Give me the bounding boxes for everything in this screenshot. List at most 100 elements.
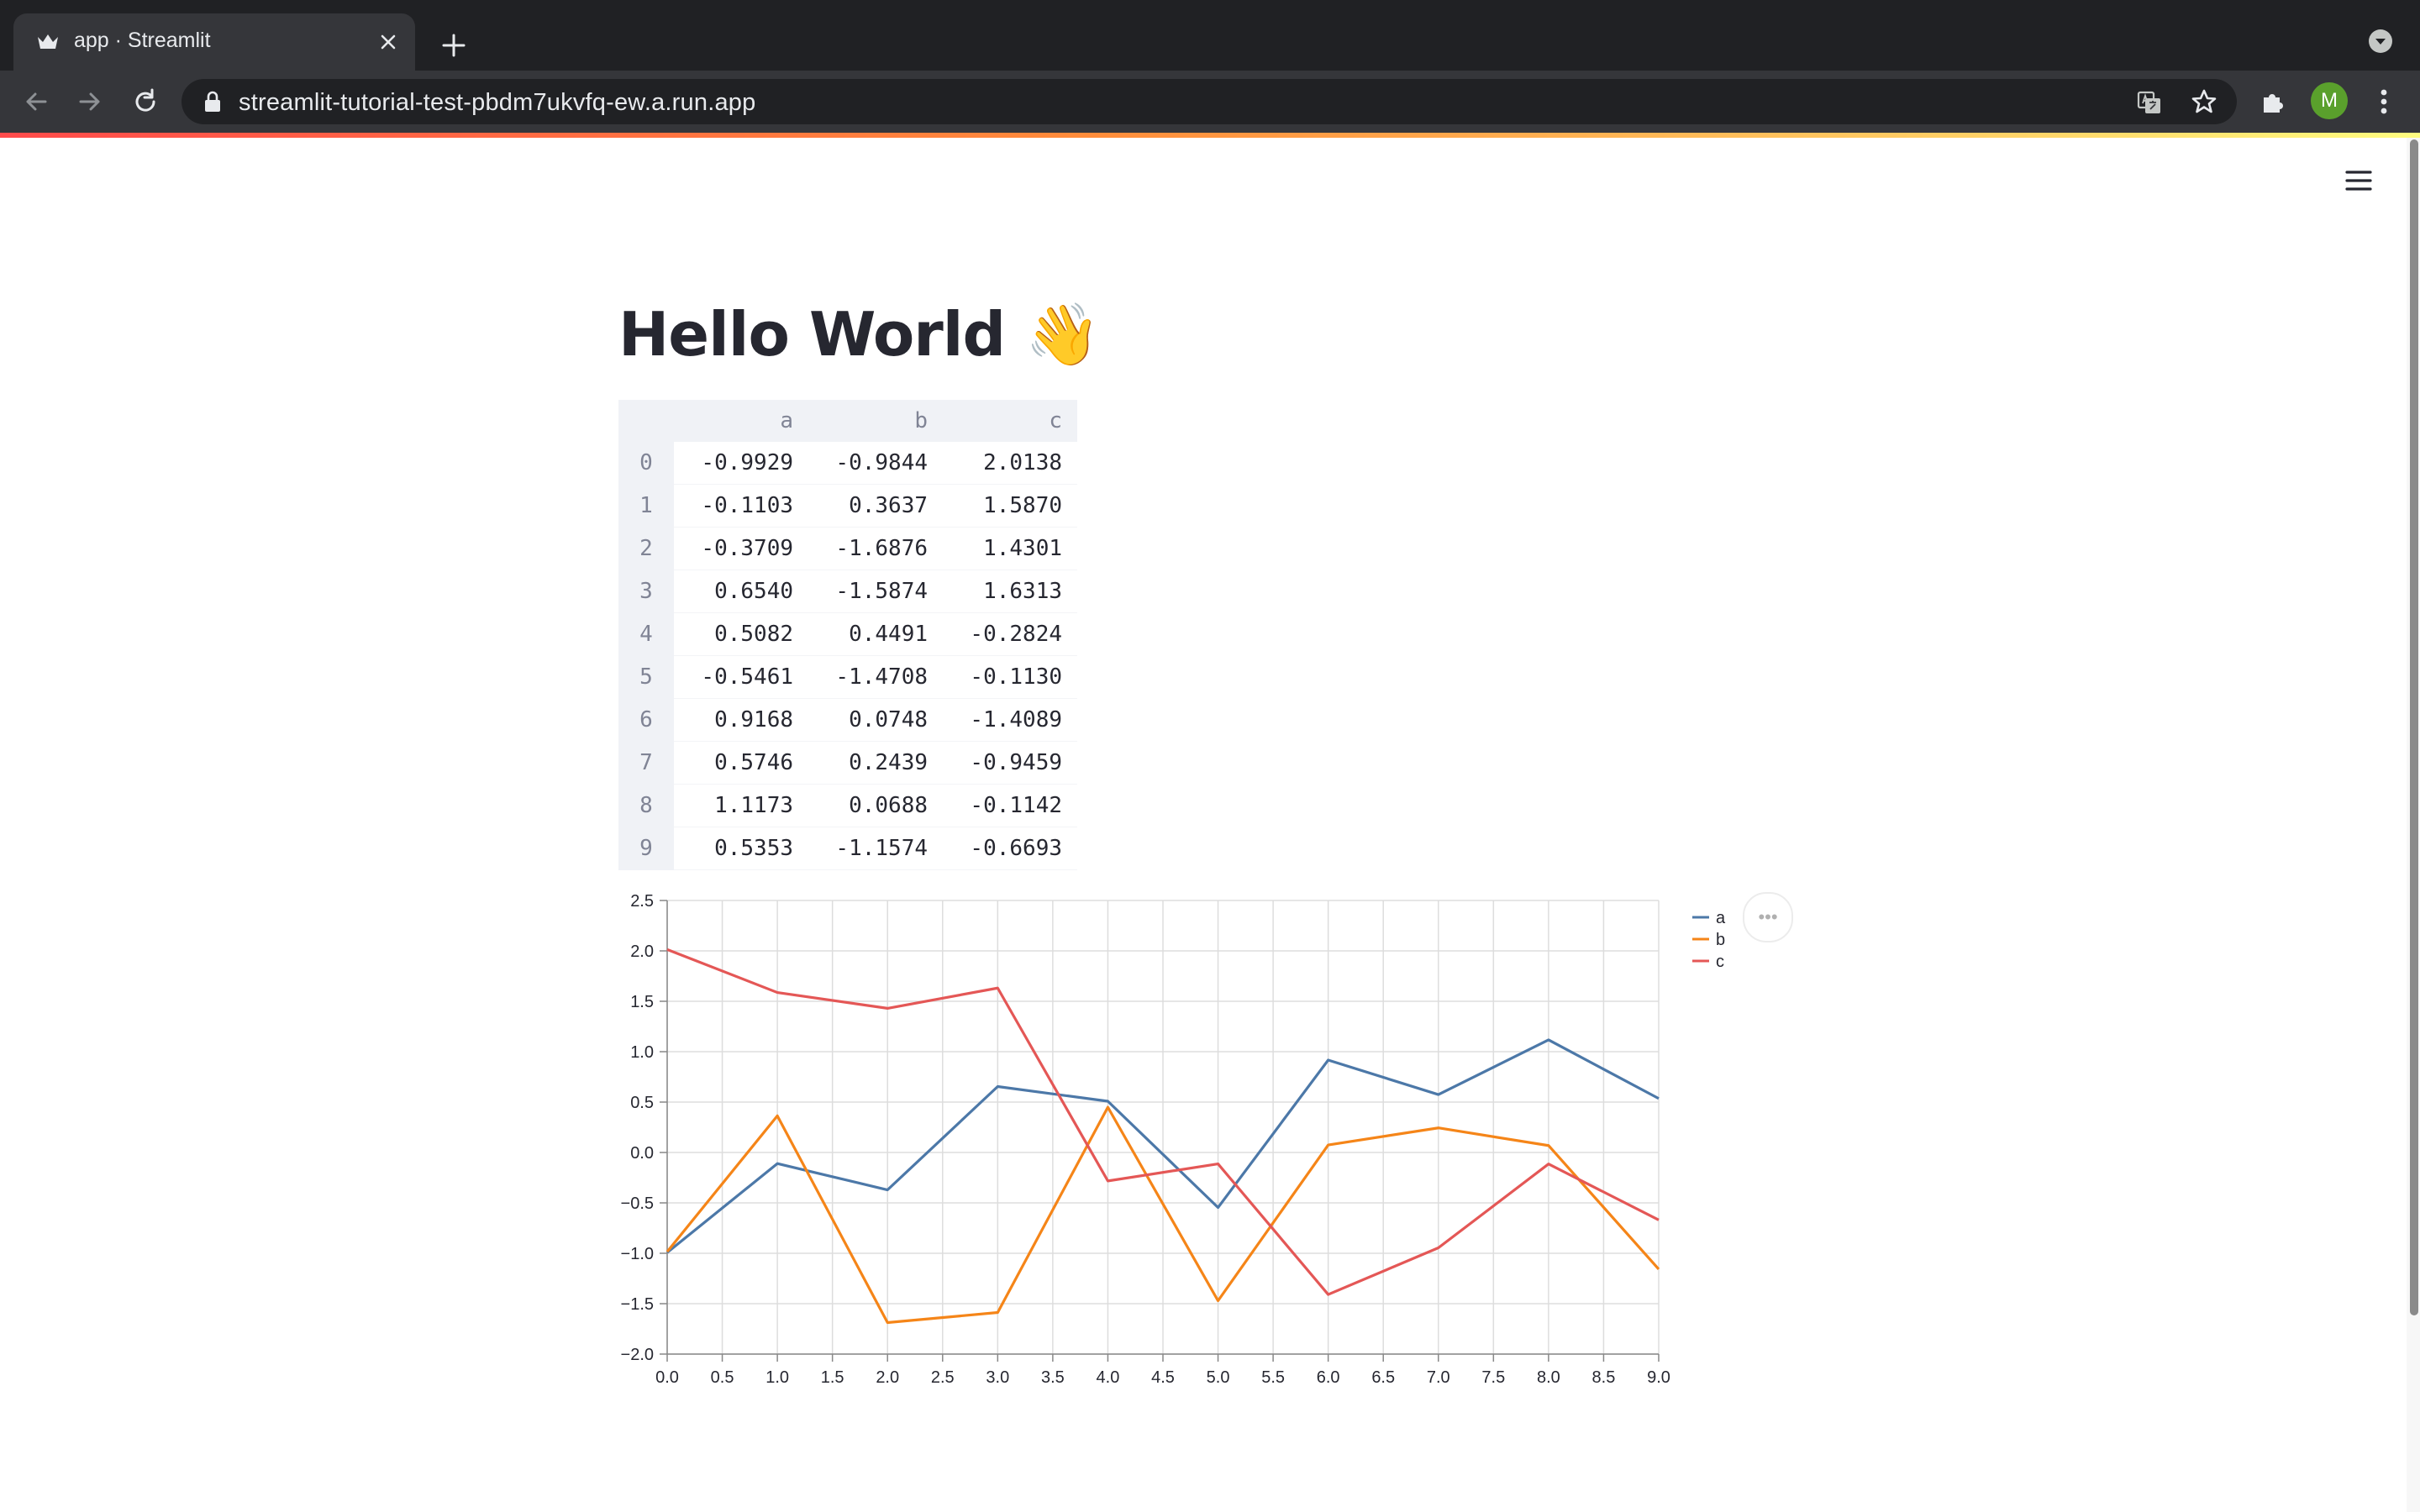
table-cell[interactable]: 0.0748: [808, 698, 943, 742]
table-cell[interactable]: -0.6693: [943, 827, 1077, 870]
table-cell[interactable]: -1.1574: [808, 827, 943, 870]
x-tick-label: 7.0: [1427, 1368, 1450, 1387]
page-title: Hello World 👋: [618, 299, 1101, 370]
table-cell[interactable]: 0.9168: [674, 698, 808, 742]
table-cell[interactable]: 0.4491: [808, 612, 943, 656]
table-cell[interactable]: 1.4301: [943, 527, 1077, 570]
translate-icon[interactable]: [2136, 89, 2163, 116]
table-cell[interactable]: -0.1130: [943, 655, 1077, 699]
x-tick-label: 1.0: [765, 1368, 789, 1387]
index-header: [618, 400, 674, 442]
row-index: 1: [618, 484, 674, 528]
table-cell[interactable]: -1.6876: [808, 527, 943, 570]
column-header-c[interactable]: c: [943, 400, 1077, 442]
table-cell[interactable]: -0.3709: [674, 527, 808, 570]
table-cell[interactable]: 1.5870: [943, 484, 1077, 528]
row-index: 9: [618, 827, 674, 870]
profile-avatar[interactable]: M: [2311, 82, 2348, 119]
row-index: 6: [618, 698, 674, 742]
table-cell[interactable]: -0.2824: [943, 612, 1077, 656]
x-tick-label: 6.0: [1317, 1368, 1340, 1387]
column-header-b[interactable]: b: [808, 400, 943, 442]
streamlit-decoration-bar: [0, 133, 2420, 138]
legend-label-a[interactable]: a: [1716, 909, 1726, 927]
table-cell[interactable]: -0.9929: [674, 442, 808, 485]
page-scrollbar-thumb[interactable]: [2410, 139, 2418, 1315]
table-cell[interactable]: 0.5082: [674, 612, 808, 656]
row-index: 5: [618, 655, 674, 699]
x-tick-label: 5.5: [1261, 1368, 1285, 1387]
table-cell[interactable]: -1.5874: [808, 570, 943, 613]
y-tick-label: 2.5: [630, 892, 654, 911]
x-tick-label: 6.5: [1371, 1368, 1395, 1387]
legend-label-b[interactable]: b: [1716, 931, 1725, 949]
table-cell[interactable]: -0.9844: [808, 442, 943, 485]
table-cell[interactable]: 0.2439: [808, 741, 943, 785]
x-tick-label: 5.0: [1207, 1368, 1230, 1387]
extensions-puzzle-icon[interactable]: [2254, 82, 2292, 121]
lock-icon[interactable]: [203, 91, 222, 113]
table-cell[interactable]: 0.6540: [674, 570, 808, 613]
table-cell[interactable]: 1.1173: [674, 784, 808, 827]
x-tick-label: 3.5: [1041, 1368, 1065, 1387]
table-cell[interactable]: 0.5746: [674, 741, 808, 785]
column-header-a[interactable]: a: [674, 400, 808, 442]
y-tick-label: 0.5: [630, 1094, 654, 1112]
tab-title: app · Streamlit: [74, 29, 211, 52]
y-tick-label: 1.5: [630, 993, 654, 1011]
line-chart[interactable]: 0.0 0.5 1.0 1.5 2.0 2.5 3.0 3.5 4.0 4.5 5.0 5.5 6.0 6…: [605, 882, 1798, 1394]
y-tick-label: −1.0: [621, 1245, 654, 1263]
reload-icon[interactable]: [126, 82, 165, 121]
x-tick-label: 9.0: [1647, 1368, 1670, 1387]
table-row: 1 -0.1103 0.3637 1.5870: [618, 484, 1077, 528]
table-cell[interactable]: 0.3637: [808, 484, 943, 528]
table-cell[interactable]: -0.1142: [943, 784, 1077, 827]
browser-toolbar: streamlit-tutorial-test-pbdm7ukvfq-ew.a.…: [0, 71, 2420, 133]
waving-hand-emoji: 👋: [1025, 299, 1101, 370]
table-cell[interactable]: 1.6313: [943, 570, 1077, 613]
x-tick-label: 4.5: [1151, 1368, 1175, 1387]
table-cell[interactable]: -0.9459: [943, 741, 1077, 785]
streamlit-crown-icon: [38, 34, 58, 49]
table-row: 4 0.5082 0.4491 -0.2824: [618, 612, 1077, 656]
row-index: 0: [618, 442, 674, 485]
x-tick-label: 4.0: [1097, 1368, 1120, 1387]
x-tick-label: 2.5: [931, 1368, 955, 1387]
x-tick-label: 7.5: [1481, 1368, 1505, 1387]
table-cell[interactable]: 2.0138: [943, 442, 1077, 485]
row-index: 8: [618, 784, 674, 827]
table-row: 5 -0.5461 -1.4708 -0.1130: [618, 655, 1077, 699]
browser-tab[interactable]: app · Streamlit: [13, 13, 415, 71]
address-bar[interactable]: streamlit-tutorial-test-pbdm7ukvfq-ew.a.…: [182, 79, 2237, 124]
back-arrow-icon[interactable]: [17, 82, 55, 121]
y-tick-label: −2.0: [621, 1346, 654, 1364]
x-tick-label: 1.5: [821, 1368, 844, 1387]
table-header-row: a b c: [618, 400, 1077, 442]
chart-actions-menu-button[interactable]: •••: [1743, 892, 1793, 942]
row-index: 4: [618, 612, 674, 656]
y-tick-label: 1.0: [630, 1043, 654, 1062]
forward-arrow-icon[interactable]: [71, 82, 109, 121]
table-cell[interactable]: -0.5461: [674, 655, 808, 699]
dataframe-table[interactable]: a b c 0 -0.9929 -0.9844 2.0138 1 -0.1103 0.36…: [618, 400, 1077, 870]
close-icon[interactable]: [376, 30, 400, 54]
page-title-text: Hello World: [618, 299, 1006, 370]
url-text[interactable]: streamlit-tutorial-test-pbdm7ukvfq-ew.a.…: [239, 89, 755, 117]
browser-menu-kebab-icon[interactable]: [2365, 82, 2403, 121]
table-cell[interactable]: 0.0688: [808, 784, 943, 827]
tab-search-chevron-icon[interactable]: [2368, 29, 2393, 54]
table-cell[interactable]: 0.5353: [674, 827, 808, 870]
table-cell[interactable]: -1.4708: [808, 655, 943, 699]
table-cell[interactable]: -0.1103: [674, 484, 808, 528]
hamburger-menu-icon[interactable]: [2344, 166, 2373, 195]
y-tick-label: −0.5: [621, 1194, 654, 1213]
x-tick-label: 0.5: [711, 1368, 734, 1387]
y-tick-label: −1.5: [621, 1295, 654, 1314]
table-row: 8 1.1173 0.0688 -0.1142: [618, 784, 1077, 827]
table-cell[interactable]: -1.4089: [943, 698, 1077, 742]
new-tab-plus-icon[interactable]: [437, 29, 471, 62]
bookmark-star-icon[interactable]: [2190, 87, 2218, 116]
table-row: 9 0.5353 -1.1574 -0.6693: [618, 827, 1077, 870]
x-tick-label: 0.0: [655, 1368, 679, 1387]
legend-label-c[interactable]: c: [1716, 953, 1724, 971]
